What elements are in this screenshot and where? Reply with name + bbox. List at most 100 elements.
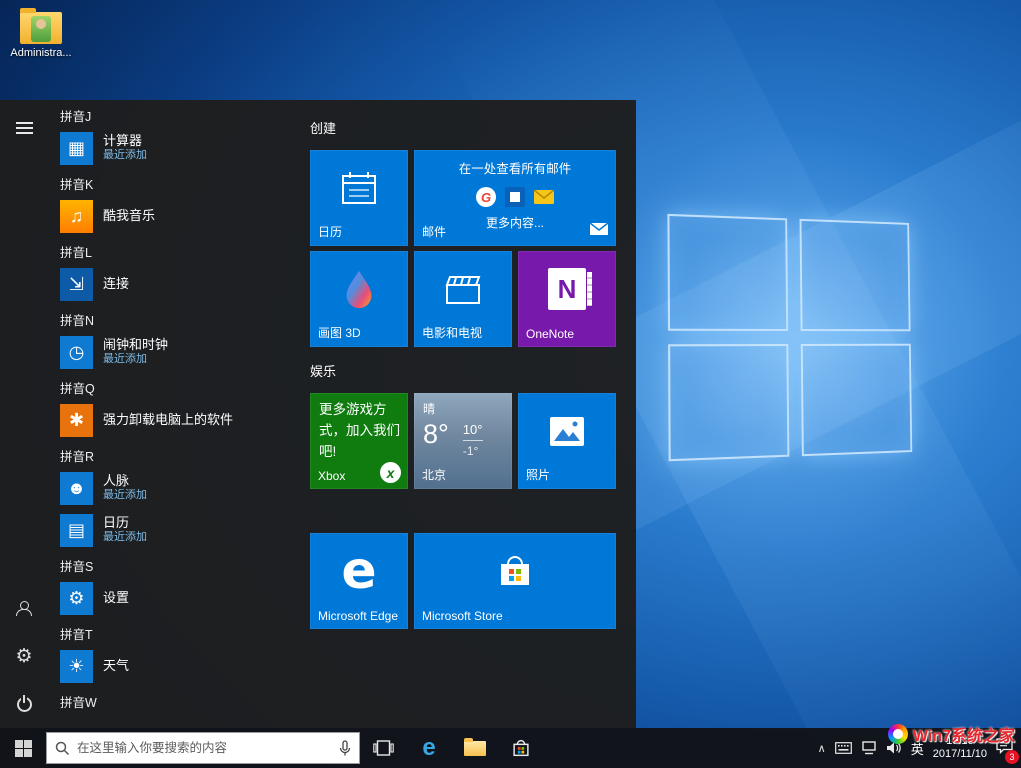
start-menu-rail: ⚙ [0,100,48,728]
app-group: 拼音J ▦ 计算器 最近添加 [60,104,300,168]
mail-envelope-badge-icon [590,222,608,240]
search-icon [55,741,70,756]
kuwo-music-icon: ♫ [60,200,93,233]
start-tiles: 创建 日历 在一处查看所有邮件 [310,118,630,634]
tile-xbox[interactable]: 更多游戏方式，加入我们吧! Xbox x [310,393,408,489]
app-item-calculator[interactable]: ▦ 计算器 最近添加 [60,128,300,168]
weather-divider [463,440,483,441]
app-name: 酷我音乐 [103,208,155,224]
xbox-promo-text: 更多游戏方式，加入我们吧! [319,400,401,463]
tile-weather[interactable]: 晴 8° 10° -1° 北京 [414,393,512,489]
app-item-kuwo-music[interactable]: ♫ 酷我音乐 [60,196,300,236]
calendar-provider-icon [505,187,525,207]
power-icon [17,697,32,712]
user-folder-icon [20,12,62,44]
tile-mail[interactable]: 在一处查看所有邮件 G 更多内容... 邮件 [414,150,616,246]
tile-label: OneNote [526,327,574,341]
tile-label: Xbox [318,469,345,483]
window-pane [800,343,912,456]
app-group-header-r[interactable]: 拼音R [60,444,300,466]
power-button[interactable] [0,680,48,728]
onenote-icon: N [548,268,586,310]
app-group-header-n[interactable]: 拼音N [60,308,300,330]
calendar-icon: ▤ [60,514,93,547]
paint3d-brush-icon [338,268,380,310]
app-group-header-q[interactable]: 拼音Q [60,376,300,398]
tile-label: 画图 3D [318,324,361,341]
user-avatar [31,16,51,42]
tile-onenote[interactable]: N OneNote [518,251,616,347]
watermark: Win7系统之家 [888,722,1015,746]
file-explorer-button[interactable] [452,728,498,768]
start-button[interactable] [0,728,46,768]
settings-button[interactable]: ⚙ [0,632,48,680]
sun-icon: ☀ [60,650,93,683]
settings-gear-icon: ⚙ [60,582,93,615]
search-input[interactable] [77,741,332,755]
weather-low: -1° [463,444,478,458]
taskbar: e ∧ [0,728,1021,768]
tray-overflow-chevron-icon[interactable]: ∧ [818,742,826,755]
app-item-settings[interactable]: ⚙ 设置 [60,578,300,618]
app-item-alarms-clock[interactable]: ◷ 闹钟和时钟 最近添加 [60,332,300,372]
app-name: 日历 [103,515,147,531]
recently-added-label: 最近添加 [103,489,147,503]
tile-label: 日历 [318,223,342,240]
taskbar-search[interactable] [46,732,360,764]
app-group-header-s[interactable]: 拼音S [60,554,300,576]
task-view-button[interactable] [360,728,406,768]
tile-label: Microsoft Store [422,609,503,623]
app-group-header-k[interactable]: 拼音K [60,172,300,194]
app-item-people[interactable]: ☻ 人脉 最近添加 [60,468,300,508]
start-app-list: 拼音J ▦ 计算器 最近添加 拼音K ♫ 酷我音乐 拼音L ⇲ [48,100,300,728]
folder-icon [464,741,486,756]
desktop-icon-administrator[interactable]: Administra... [8,12,74,59]
xbox-logo-icon: x [380,462,401,483]
calendar-tile-icon [339,168,379,208]
app-name: 计算器 [103,133,147,149]
touch-keyboard-icon[interactable] [835,742,852,754]
taskbar-store-button[interactable] [498,728,544,768]
app-name: 闹钟和时钟 [103,337,168,353]
tile-label: 邮件 [422,223,446,240]
app-item-weather[interactable]: ☀ 天气 [60,646,300,686]
network-icon[interactable] [861,741,877,755]
tile-movies-tv[interactable]: 电影和电视 [414,251,512,347]
app-group-header-l[interactable]: 拼音L [60,240,300,262]
edge-icon: e [422,736,435,760]
mail-provider-icons: G [476,187,554,207]
app-group: 拼音S ⚙ 设置 [60,554,300,618]
clapperboard-icon [442,268,484,310]
store-bag-icon [493,549,537,593]
app-item-calendar[interactable]: ▤ 日历 最近添加 [60,510,300,550]
app-item-connect[interactable]: ⇲ 连接 [60,264,300,304]
tile-label: Microsoft Edge [318,609,398,623]
clock-date: 2017/11/10 [933,748,987,760]
user-account-button[interactable] [0,584,48,632]
tile-calendar[interactable]: 日历 [310,150,408,246]
tile-label: 电影和电视 [422,324,482,341]
app-item-uninstaller[interactable]: ✱ 强力卸载电脑上的软件 [60,400,300,440]
tile-group-header-entertainment[interactable]: 娱乐 [310,361,630,381]
windows-logo-wallpaper [667,214,912,461]
weather-condition: 晴 [423,400,435,417]
app-name: 设置 [103,590,129,606]
taskbar-edge-button[interactable]: e [406,728,452,768]
app-group: 拼音T ☀ 天气 [60,622,300,686]
expand-menu-button[interactable] [0,104,48,152]
desktop-icon-label: Administra... [8,47,74,59]
microphone-icon[interactable] [339,740,351,757]
google-icon: G [476,187,496,207]
tile-microsoft-edge[interactable]: e Microsoft Edge [310,533,408,629]
app-group-header-w[interactable]: 拼音W [60,690,300,712]
app-group-header-t[interactable]: 拼音T [60,622,300,644]
tile-group-header-create[interactable]: 创建 [310,118,630,138]
tile-paint3d[interactable]: 画图 3D [310,251,408,347]
tile-microsoft-store[interactable]: Microsoft Store [414,533,616,629]
mail-live-headline: 在一处查看所有邮件 [459,158,572,177]
app-group: 拼音K ♫ 酷我音乐 [60,172,300,236]
app-group-header-j[interactable]: 拼音J [60,104,300,126]
app-group: 拼音N ◷ 闹钟和时钟 最近添加 [60,308,300,372]
tile-photos[interactable]: 照片 [518,393,616,489]
app-name: 人脉 [103,473,147,489]
